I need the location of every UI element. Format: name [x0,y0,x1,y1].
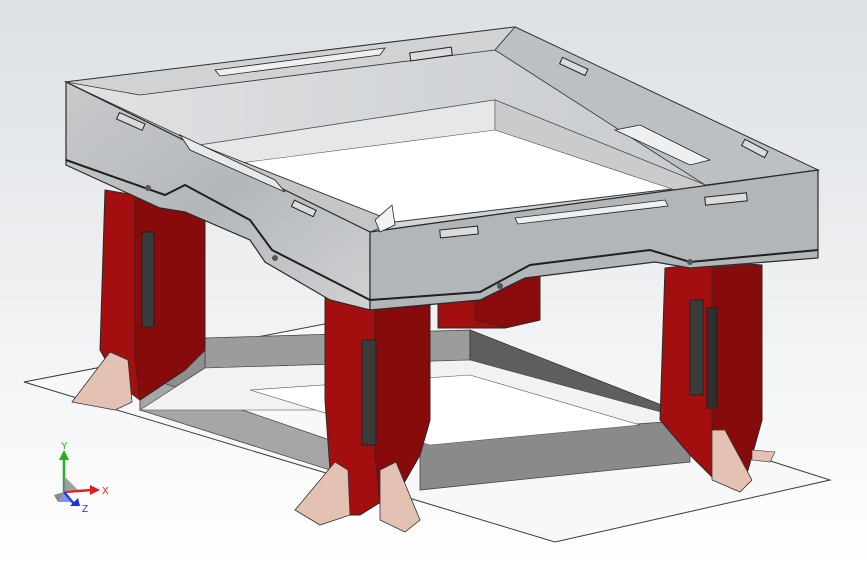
z-axis-label: Z [82,504,88,515]
x-axis-label: X [102,486,109,497]
leg-slot [141,231,155,328]
model-canvas[interactable] [0,0,867,562]
bolt-hole [497,283,503,289]
leg-slot [689,299,704,396]
bolt-hole [272,255,278,261]
axis-triad: Y X Z [44,440,114,520]
leg-slot [361,339,377,446]
origin-plane [64,476,78,492]
y-axis-label: Y [61,441,68,452]
bolt-hole [687,259,693,265]
gusset-right-small [751,449,776,463]
3d-viewport[interactable] [0,0,867,562]
leg-slot [706,307,718,409]
bolt-hole [145,185,151,191]
